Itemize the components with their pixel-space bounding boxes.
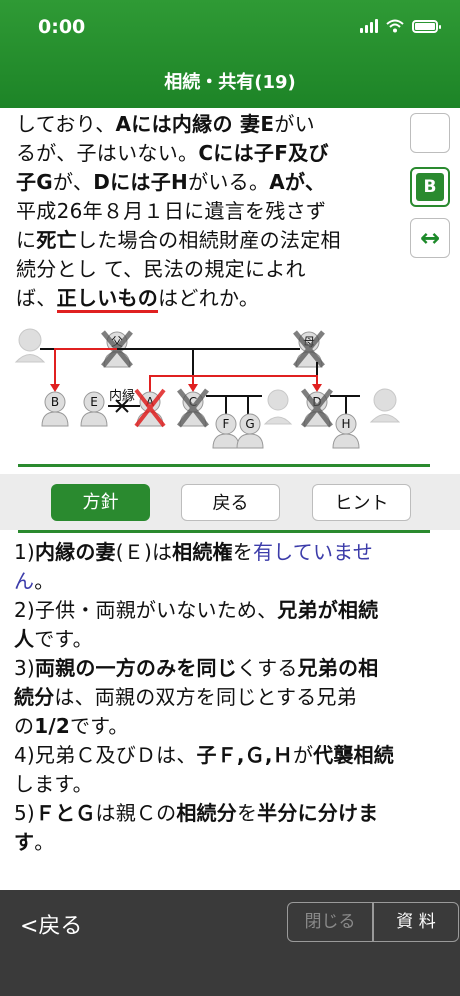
person-f-label: F	[223, 417, 230, 431]
signal-icon	[360, 19, 378, 33]
page-title: 相続・共有(19)	[164, 72, 296, 93]
person-g: G	[236, 413, 264, 449]
question-text: しており、Aには内縁の 妻Eがい るが、子はいない。Cには子F及び 子Gが、Dに…	[16, 110, 396, 313]
person-uncle-silhouette	[263, 389, 293, 425]
app-header: 0:00 相続・共有(19)	[0, 0, 460, 108]
person-h: H	[332, 413, 360, 449]
person-f: F	[212, 413, 240, 449]
reference-button[interactable]: 資 料	[373, 902, 459, 942]
person-e-label: E	[90, 395, 98, 409]
person-h-label: H	[341, 417, 350, 431]
choice-b-button[interactable]: B	[410, 167, 450, 207]
divider-bottom	[18, 530, 430, 533]
arrowhead-c	[188, 384, 198, 392]
arrowhead-b	[50, 384, 60, 392]
person-grandfather-silhouette	[14, 328, 46, 363]
explanation-item-4: 4)兄弟Ｃ及びＤは、子Ｆ,Ｇ,Ｈが代襲相続 します。	[14, 743, 394, 796]
person-grandmother-silhouette	[369, 388, 400, 423]
person-a: A	[134, 388, 166, 428]
bottom-bar: <戻る 閉じる 資 料	[0, 890, 460, 996]
person-d: D	[301, 388, 333, 428]
footer-back-button[interactable]: <戻る	[20, 908, 82, 940]
person-g-label: G	[245, 417, 254, 431]
arrowhead-d	[312, 384, 322, 392]
person-b-label: B	[51, 395, 59, 409]
left-right-arrow-icon[interactable]: ↔	[410, 218, 450, 258]
hint-button[interactable]: ヒント	[312, 484, 411, 521]
status-time: 0:00	[38, 16, 86, 38]
explanation-item-3: 3)両親の一方のみを同じくする兄弟の相 続分は、両親の双方を同じとする兄弟 の1/2…	[14, 656, 379, 738]
blank-choice-button[interactable]	[410, 113, 450, 153]
spouse-label: 内縁	[109, 388, 135, 404]
wifi-icon	[386, 19, 404, 33]
divider-top	[18, 464, 430, 467]
person-c: C	[177, 388, 209, 428]
explanation-text: 1)内縁の妻(Ｅ)は相続権を有していませ ん。 2)子供・両親がいないため、兄弟が…	[14, 538, 450, 857]
inheritance-arrow-to-d	[193, 375, 318, 388]
choice-b-label: B	[416, 173, 444, 201]
person-b: B	[41, 391, 69, 427]
family-tree-diagram: 父 母 B E 内縁 A C D F G H	[14, 328, 400, 449]
explanation-item-2: 2)子供・両親がいないため、兄弟が相続 人です。	[14, 598, 379, 651]
explanation-item-1: 1)内縁の妻(Ｅ)は相続権を有していませ ん。	[14, 540, 373, 593]
battery-icon	[412, 19, 441, 33]
answer-toolbar: 方針 戻る ヒント	[0, 474, 460, 530]
toolbar-back-button[interactable]: 戻る	[181, 484, 280, 521]
status-icons	[360, 19, 441, 33]
close-button[interactable]: 閉じる	[287, 902, 373, 942]
person-e: E	[80, 391, 108, 427]
policy-button[interactable]: 方針	[51, 484, 150, 521]
explanation-item-5: 5)ＦとＧは親Ｃの相続分を半分に分けま す。	[14, 801, 379, 854]
